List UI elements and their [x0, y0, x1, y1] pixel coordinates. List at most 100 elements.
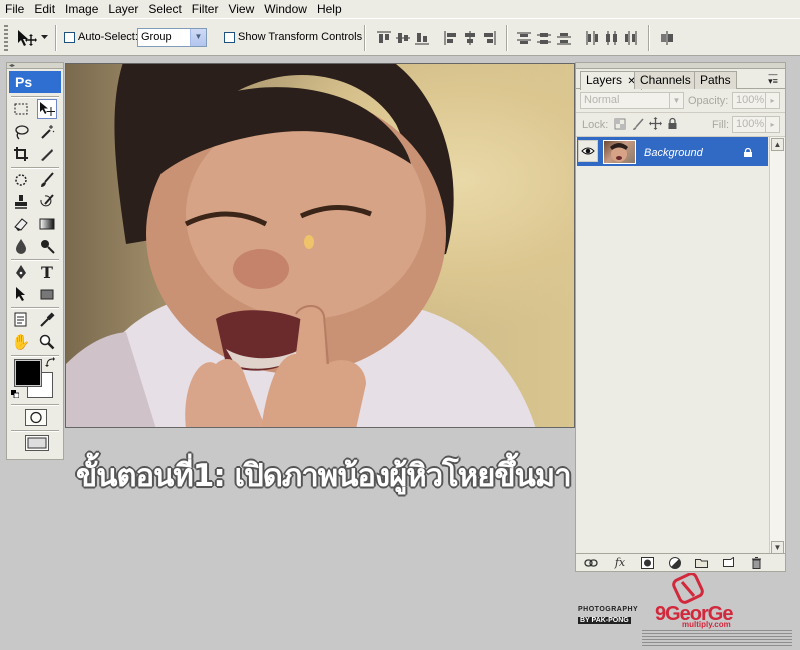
chevron-down-icon[interactable]	[41, 35, 48, 40]
menu-window[interactable]: Window	[259, 0, 312, 18]
lock-image-pixels-icon[interactable]	[632, 118, 644, 130]
layer-thumbnail	[603, 140, 636, 164]
hand-icon[interactable]: ✋	[11, 332, 31, 352]
distribute-right-icon[interactable]	[622, 30, 638, 46]
distribute-bottom-icon[interactable]	[556, 30, 572, 46]
show-transform-label: Show Transform Controls	[238, 31, 363, 43]
auto-select-dropdown[interactable]: Group ▼	[137, 28, 207, 47]
tab-channels-label: Channels	[640, 73, 691, 87]
lock-transparent-pixels-icon[interactable]	[614, 118, 626, 130]
align-top-icon[interactable]	[376, 30, 392, 46]
separator	[506, 25, 508, 51]
separator	[11, 167, 59, 169]
options-bar: Auto-Select: Group ▼ Show Transform Cont…	[0, 18, 800, 56]
9george-subtitle: multiply.com	[682, 620, 731, 629]
menu-bar: File Edit Image Layer Select Filter View…	[0, 0, 800, 18]
chevron-down-icon: ▼	[669, 93, 683, 108]
distribute-horizontal-center-icon[interactable]	[603, 30, 619, 46]
document-canvas[interactable]	[65, 63, 575, 428]
auto-select-label: Auto-Select:	[78, 31, 138, 43]
auto-align-layers-icon[interactable]	[659, 30, 675, 46]
layers-scrollbar[interactable]: ▲ ▼	[769, 137, 785, 555]
rectangle-icon[interactable]	[37, 284, 57, 304]
scroll-up-icon[interactable]: ▲	[771, 138, 784, 151]
tab-channels[interactable]: Channels	[634, 71, 697, 89]
blur-icon[interactable]	[11, 236, 31, 256]
distribute-left-icon[interactable]	[584, 30, 600, 46]
distribute-vertical-center-icon[interactable]	[536, 30, 552, 46]
crop-icon[interactable]	[11, 144, 31, 164]
separator	[55, 25, 57, 51]
align-horizontal-center-icon[interactable]	[462, 30, 478, 46]
healing-brush-icon[interactable]	[11, 170, 31, 190]
menu-filter[interactable]: Filter	[187, 0, 224, 18]
magic-wand-icon[interactable]	[37, 122, 57, 142]
panel-menu-icon[interactable]: — ▾≡	[767, 70, 779, 86]
layer-style-icon[interactable]: fx	[613, 556, 627, 569]
default-colors-icon[interactable]	[11, 389, 20, 399]
new-layer-icon[interactable]	[721, 556, 735, 569]
menu-help[interactable]: Help	[312, 0, 347, 18]
tools-panel-grip[interactable]: ◂▸	[7, 63, 63, 69]
distribute-top-icon[interactable]	[516, 30, 532, 46]
lock-row: Lock: Fill: 100% ▸	[576, 113, 785, 137]
menu-file[interactable]: File	[0, 0, 29, 18]
brush-icon[interactable]	[37, 170, 57, 190]
dodge-icon[interactable]	[37, 236, 57, 256]
opacity-label: Opacity:	[688, 95, 729, 107]
menu-select[interactable]: Select	[143, 0, 186, 18]
gradient-icon[interactable]	[37, 214, 57, 234]
opacity-field[interactable]: 100% ▸	[732, 92, 780, 109]
layers-panel: Layers ✕ Channels Paths — ▾≡ Normal ▼ Opa…	[575, 62, 786, 572]
align-bottom-icon[interactable]	[414, 30, 430, 46]
menu-image[interactable]: Image	[60, 0, 103, 18]
blend-mode-value: Normal	[584, 94, 620, 106]
new-group-icon[interactable]	[694, 556, 708, 569]
swap-colors-icon[interactable]	[45, 357, 55, 367]
lock-position-icon[interactable]	[649, 117, 662, 130]
blend-mode-dropdown[interactable]: Normal ▼	[580, 92, 684, 109]
menu-view[interactable]: View	[223, 0, 259, 18]
separator	[364, 25, 366, 51]
layer-name[interactable]: Background	[644, 147, 703, 159]
eraser-icon[interactable]	[11, 214, 31, 234]
tab-layers[interactable]: Layers ✕	[580, 71, 642, 90]
canvas-photo	[66, 64, 536, 427]
pen-icon[interactable]	[11, 262, 31, 282]
move-icon[interactable]	[37, 99, 57, 119]
options-bar-grip[interactable]	[4, 25, 8, 51]
auto-select-value: Group	[141, 31, 172, 43]
link-layers-icon[interactable]	[584, 556, 598, 569]
move-tool-preset-icon[interactable]	[16, 28, 38, 48]
menu-edit[interactable]: Edit	[29, 0, 60, 18]
tab-paths[interactable]: Paths	[694, 71, 737, 89]
trash-icon[interactable]	[749, 556, 763, 569]
type-icon[interactable]: T	[37, 262, 57, 282]
screen-mode-icon[interactable]	[25, 435, 49, 451]
marquee-icon[interactable]	[11, 99, 31, 119]
9george-logo-icon	[672, 572, 706, 607]
layer-visibility-eye-icon[interactable]	[578, 140, 598, 162]
lock-all-icon[interactable]	[667, 117, 678, 130]
ps-logo: Ps	[9, 71, 61, 93]
clone-stamp-icon[interactable]	[11, 192, 31, 212]
slice-icon[interactable]	[37, 144, 57, 164]
align-vertical-center-icon[interactable]	[395, 30, 411, 46]
eyedropper-icon[interactable]	[37, 310, 57, 330]
adjustment-layer-icon[interactable]	[668, 556, 682, 569]
path-selection-icon[interactable]	[11, 284, 31, 304]
history-brush-icon[interactable]	[37, 192, 57, 212]
auto-select-checkbox[interactable]	[64, 32, 75, 43]
show-transform-checkbox[interactable]	[224, 32, 235, 43]
layer-mask-icon[interactable]	[640, 556, 654, 569]
foreground-color-swatch[interactable]	[14, 359, 42, 387]
align-left-icon[interactable]	[443, 30, 459, 46]
menu-layer[interactable]: Layer	[103, 0, 143, 18]
separator	[648, 25, 650, 51]
lasso-icon[interactable]	[11, 122, 31, 142]
align-right-icon[interactable]	[481, 30, 497, 46]
notes-icon[interactable]	[11, 310, 31, 330]
zoom-icon[interactable]	[37, 332, 57, 352]
fill-field[interactable]: 100% ▸	[732, 116, 780, 133]
quick-mask-icon[interactable]	[25, 409, 47, 426]
